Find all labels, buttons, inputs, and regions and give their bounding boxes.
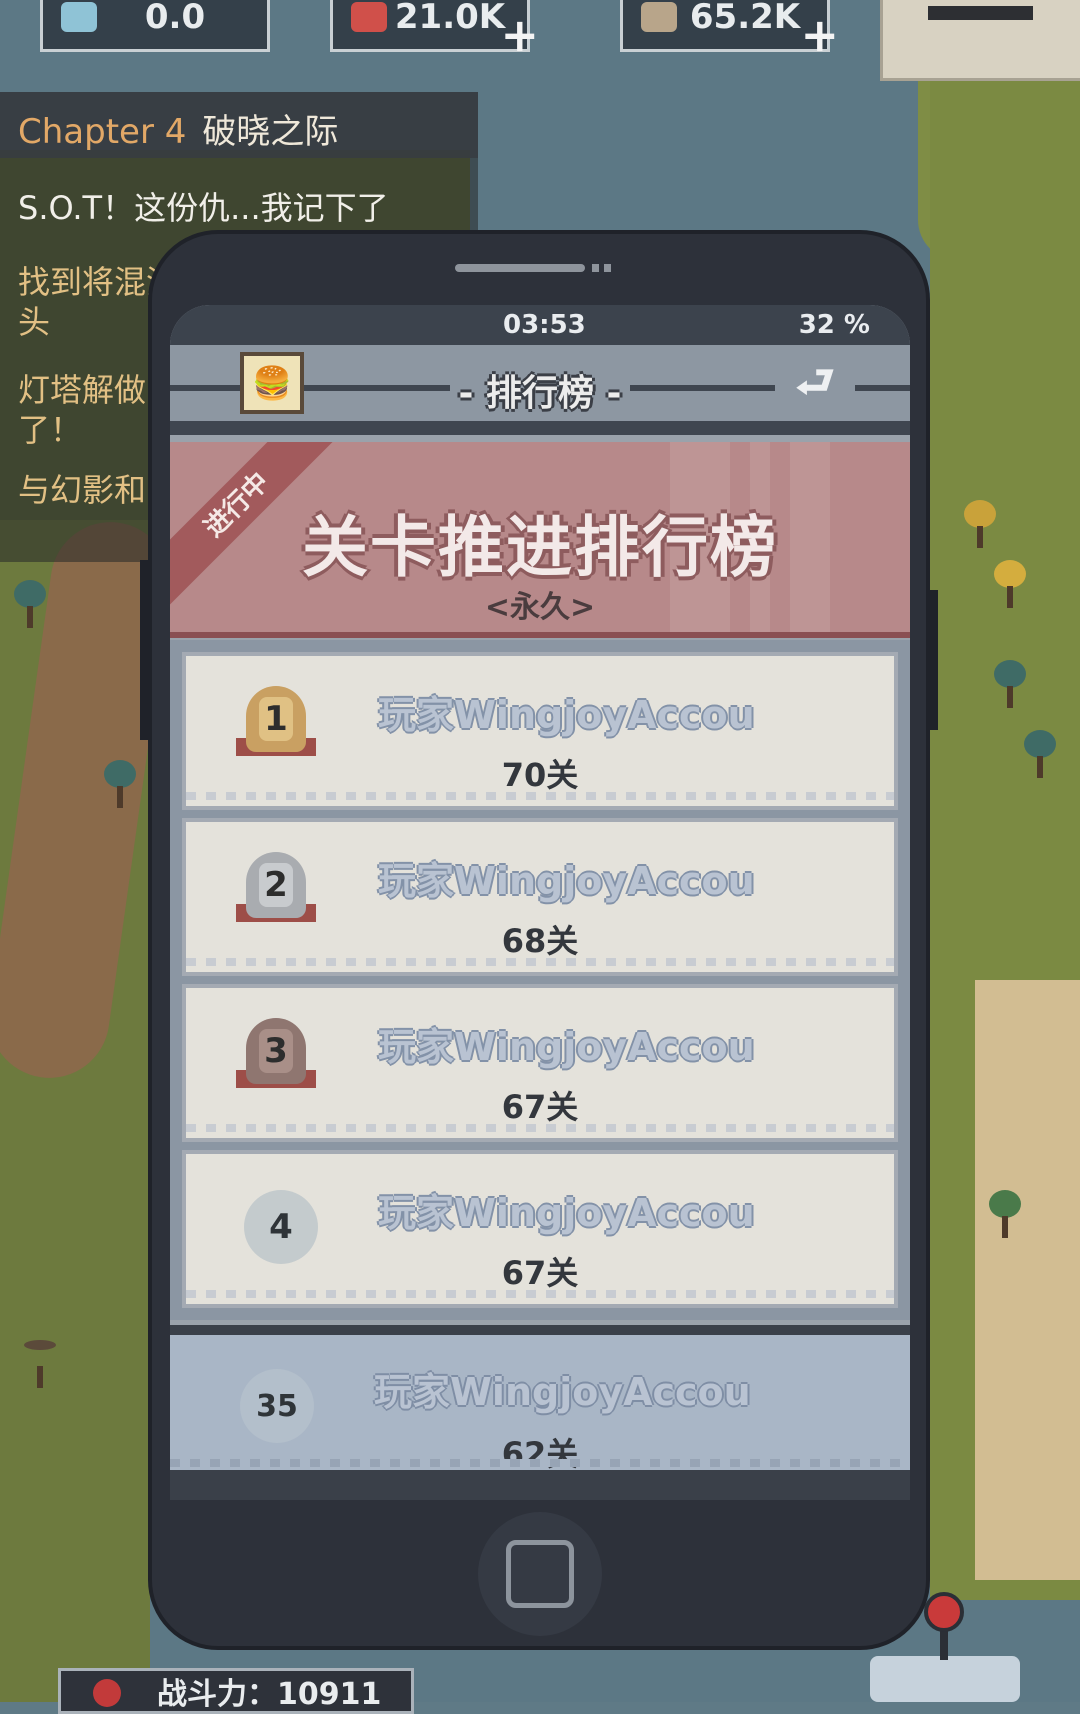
chapter-name: 破晓之际 (202, 112, 339, 152)
my-player-name: 玩家WingjoyAccou (374, 1370, 751, 1414)
home-square-icon (506, 1540, 574, 1608)
phone-bezel-bottom (170, 1470, 910, 1500)
leaderboard-row[interactable]: 1 玩家WingjoyAccou 70关 (182, 652, 898, 810)
beach (975, 980, 1080, 1580)
chapter-number: Chapter 4 (18, 112, 187, 152)
quest-line: 与幻影和 (18, 471, 147, 509)
home-button[interactable] (478, 1512, 602, 1636)
player-level: 67关 (501, 1254, 579, 1292)
leaderboard-title: 关卡推进排行榜 (302, 509, 778, 586)
combat-power-label: 战斗力：10911 (157, 1677, 382, 1712)
add-gems-button[interactable]: + (500, 12, 539, 58)
rank-number: 2 (259, 863, 293, 907)
leaderboard-row[interactable]: 4 玩家WingjoyAccou 67关 (182, 1150, 898, 1308)
rank-number: 3 (259, 1029, 293, 1073)
resource-gems: 21.0K + (330, 0, 539, 58)
combat-power-bar: 战斗力：10911 (58, 1668, 414, 1714)
battery-level: 32 % (798, 310, 870, 340)
leaderboard-row[interactable]: 3 玩家WingjoyAccou 67关 (182, 984, 898, 1142)
phone-side-button (140, 560, 150, 740)
gem-icon (351, 2, 387, 32)
my-rank-row[interactable]: 35 玩家WingjoyAccou 62关 (170, 1325, 910, 1485)
tree-icon (960, 500, 1000, 550)
joystick-icon (924, 1592, 964, 1632)
location-pin-icon (93, 1679, 121, 1707)
bare-tree-icon (20, 1340, 60, 1390)
page-title: - 排行榜 - (450, 364, 630, 416)
tree-icon (990, 660, 1030, 710)
my-player-level: 62关 (501, 1435, 579, 1473)
tree-icon (10, 580, 50, 630)
menu-bar-icon (928, 6, 1033, 20)
player-name: 玩家WingjoyAccou (378, 859, 755, 903)
resource-value: 21.0K (394, 0, 506, 37)
phone-side-button (928, 590, 938, 730)
rank-number: 1 (259, 697, 293, 741)
quest-line: S.O.T！这份仇...我记下了 (18, 189, 389, 227)
phone-camera (592, 264, 599, 272)
resource-value: 0.0 (144, 0, 206, 37)
back-button[interactable]: ⮐ (775, 360, 855, 406)
phone-speaker (455, 264, 585, 272)
player-level: 70关 (501, 756, 579, 794)
leaderboard-subtitle: <永久> (484, 590, 596, 625)
coin-bag-icon (641, 2, 677, 32)
leaderboard-row[interactable]: 2 玩家WingjoyAccou 68关 (182, 818, 898, 976)
tree-icon (990, 560, 1030, 610)
add-coins-button[interactable]: + (800, 12, 839, 58)
player-level: 67关 (501, 1088, 579, 1126)
tree-icon (100, 760, 140, 810)
burger-icon[interactable]: 🍔 (240, 352, 304, 414)
menu-button[interactable] (880, 0, 1080, 81)
resource-flask: 0.0 (40, 0, 270, 52)
tree-icon (1020, 730, 1060, 780)
palm-tree-icon (985, 1190, 1025, 1240)
phone-camera (604, 264, 611, 272)
joystick-button[interactable] (870, 1590, 1020, 1702)
chapter-title: Chapter 4 破晓之际 (18, 104, 338, 153)
resource-value: 65.2K (689, 0, 801, 37)
resource-coins: 65.2K + (620, 0, 839, 58)
player-level: 68关 (501, 922, 579, 960)
clock: 03:53 (503, 310, 586, 340)
status-bar: 03:53 32 % (170, 305, 910, 345)
player-name: 玩家WingjoyAccou (378, 1191, 755, 1235)
player-name: 玩家WingjoyAccou (378, 1025, 755, 1069)
flask-icon (61, 2, 97, 32)
player-name: 玩家WingjoyAccou (378, 693, 755, 737)
leaderboard-banner: 进行中 关卡推进排行榜 <永久> (170, 442, 910, 638)
